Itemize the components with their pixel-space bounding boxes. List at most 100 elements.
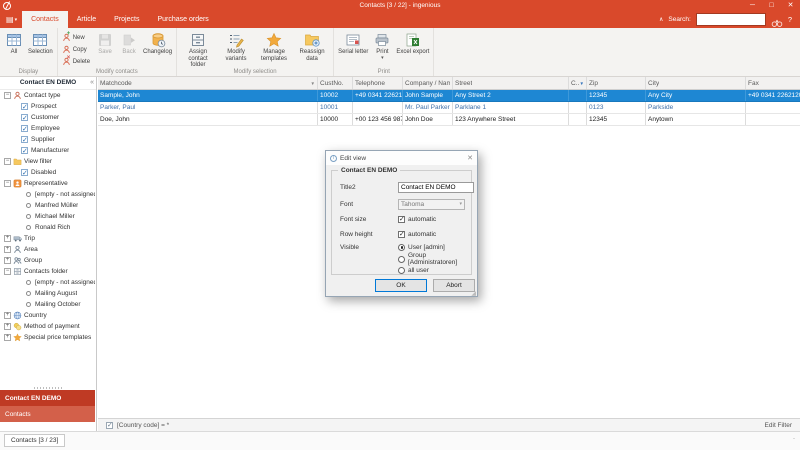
view-tab-contacts[interactable]: Contacts [3 / 23] <box>4 434 65 447</box>
tab-article[interactable]: Article <box>68 11 105 28</box>
tree-item-mailing-august[interactable]: Mailing August <box>0 288 95 299</box>
search-input[interactable] <box>697 15 765 24</box>
tree-item-method-of-payment[interactable]: +Method of payment <box>0 321 95 332</box>
column-header-zip[interactable]: Zip <box>587 77 646 89</box>
collapse-box-icon[interactable]: − <box>4 92 11 99</box>
abort-button[interactable]: Abort <box>433 279 475 292</box>
tree-item-manufacturer[interactable]: Manufacturer <box>0 145 95 156</box>
column-header-custno[interactable]: CustNo. <box>318 77 353 89</box>
tree-item-area[interactable]: +Area <box>0 244 95 255</box>
column-header-matchcode[interactable]: Matchcode▼ <box>98 77 318 89</box>
expand-box-icon[interactable]: + <box>4 246 11 253</box>
new-button[interactable]: + New <box>62 32 90 43</box>
column-header-street[interactable]: Street <box>453 77 569 89</box>
tree-item-group[interactable]: +Group <box>0 255 95 266</box>
maximize-icon[interactable]: □ <box>762 0 781 11</box>
collapse-ribbon-icon[interactable]: ∧ <box>659 15 663 25</box>
font-select[interactable]: Tahoma ▾ <box>398 199 465 210</box>
reassign-data-button[interactable]: Reassign data <box>294 30 330 63</box>
manage-templates-button[interactable]: Manage templates <box>256 30 292 63</box>
column-header-company-name[interactable]: Company / Name <box>403 77 453 89</box>
dialog-resize-grip-icon[interactable]: ◢ <box>471 290 476 297</box>
tree-item-manfred-m-ller[interactable]: Manfred Müller <box>0 200 95 211</box>
font-size-checkbox-checked[interactable] <box>398 216 405 223</box>
grid-row-1[interactable]: Sample, John10002+49 0341 226210John Sam… <box>98 90 800 102</box>
grid-row-2[interactable]: Parker, Paul10001Mr. Paul ParkerParklane… <box>98 102 800 114</box>
tree-item-contacts-folder[interactable]: −Contacts folder <box>0 266 95 277</box>
tree-item-michael-miller[interactable]: Michael Miller <box>0 211 95 222</box>
modify-variants-button[interactable]: Modify variants <box>218 30 254 63</box>
column-label: Zip <box>589 80 598 87</box>
tab-projects[interactable]: Projects <box>105 11 148 28</box>
column-header-c[interactable]: C...▼ <box>569 77 587 89</box>
column-label: Street <box>455 80 472 87</box>
banner-contact-en-demo[interactable]: Contact EN DEMO <box>0 390 95 406</box>
radio-all-user[interactable] <box>398 267 405 274</box>
application-menu-button[interactable]: ▤▾ <box>0 11 22 28</box>
binoculars-search-icon[interactable] <box>771 15 783 25</box>
tree-item-country[interactable]: +Country <box>0 310 95 321</box>
column-header-fax[interactable]: Fax <box>746 77 800 89</box>
grid-cell: 12345 <box>587 90 646 101</box>
checkbox-checked[interactable] <box>21 136 28 143</box>
checkbox-checked[interactable] <box>21 125 28 132</box>
tab-purchase-orders[interactable]: Purchase orders <box>148 11 217 28</box>
save-button[interactable]: Save <box>94 30 116 57</box>
collapse-box-icon[interactable]: − <box>4 180 11 187</box>
tree-item-special-price-templates[interactable]: +Special price templates <box>0 332 95 343</box>
delete-button[interactable]: × Delete <box>62 56 90 67</box>
row-height-checkbox-checked[interactable] <box>398 231 405 238</box>
dialog-close-icon[interactable]: ✕ <box>467 154 473 162</box>
tree-item-view-filter[interactable]: −View filter <box>0 156 95 167</box>
tree-item-empty-not-assigned[interactable]: [empty - not assigned] <box>0 277 95 288</box>
collapse-sidebar-icon[interactable]: « <box>90 77 94 89</box>
minimize-icon[interactable]: ─ <box>743 0 762 11</box>
serial-letter-button[interactable]: Serial letter <box>337 30 369 57</box>
expand-box-icon[interactable]: + <box>4 323 11 330</box>
close-icon[interactable]: ✕ <box>781 0 800 11</box>
tree-item-contact-type[interactable]: −Contact type <box>0 90 95 101</box>
button-label: Modify variants <box>219 49 253 62</box>
column-header-telephone[interactable]: Telephone <box>353 77 403 89</box>
expand-box-icon[interactable]: + <box>4 334 11 341</box>
radio-group-administratoren[interactable] <box>398 256 405 263</box>
checkbox-checked[interactable] <box>21 103 28 110</box>
grid-row-3[interactable]: Doe, John10000+00 123 456 987John Doe123… <box>98 114 800 126</box>
ok-button[interactable]: OK <box>375 279 427 292</box>
copy-button[interactable]: Copy <box>62 44 90 55</box>
print-button[interactable]: Print ▾ <box>371 30 393 61</box>
tab-contacts[interactable]: Contacts <box>22 11 68 28</box>
expand-box-icon[interactable]: + <box>4 235 11 242</box>
expand-box-icon[interactable]: + <box>4 257 11 264</box>
selection-button[interactable]: Selection <box>27 30 54 57</box>
help-icon[interactable]: ? <box>788 15 792 24</box>
title2-input[interactable] <box>398 182 474 193</box>
tree-item-disabled[interactable]: Disabled <box>0 167 95 178</box>
edit-filter-button[interactable]: Edit Filter <box>765 422 792 429</box>
collapse-box-icon[interactable]: − <box>4 158 11 165</box>
back-button[interactable]: Back <box>118 30 140 57</box>
collapse-box-icon[interactable]: − <box>4 268 11 275</box>
tree-item-mailing-october[interactable]: Mailing October <box>0 299 95 310</box>
tree-item-empty-not-assigned[interactable]: [empty - not assigned] <box>0 189 95 200</box>
all-button[interactable]: All <box>3 30 25 57</box>
filter-checkbox-checked[interactable] <box>106 422 113 429</box>
radio-user-admin-selected[interactable] <box>398 244 405 251</box>
assign-contact-folder-button[interactable]: Assign contact folder <box>180 30 216 70</box>
expand-box-icon[interactable]: + <box>4 312 11 319</box>
tree-item-representative[interactable]: −Representative <box>0 178 95 189</box>
tree-item-supplier[interactable]: Supplier <box>0 134 95 145</box>
tree-item-customer[interactable]: Customer <box>0 112 95 123</box>
checkbox-checked[interactable] <box>21 147 28 154</box>
tree-item-trip[interactable]: +Trip <box>0 233 95 244</box>
changelog-button[interactable]: Changelog <box>142 30 173 57</box>
banner-contacts[interactable]: Contacts <box>0 406 95 422</box>
column-header-city[interactable]: City <box>646 77 746 89</box>
tree-item-ronald-rich[interactable]: Ronald Rich <box>0 222 95 233</box>
excel-export-button[interactable]: Excel export <box>395 30 430 57</box>
checkbox-checked[interactable] <box>21 169 28 176</box>
title-bar: Contacts [3 / 22] - ingenious ─ □ ✕ <box>0 0 800 11</box>
tree-item-employee[interactable]: Employee <box>0 123 95 134</box>
tree-item-prospect[interactable]: Prospect <box>0 101 95 112</box>
checkbox-checked[interactable] <box>21 114 28 121</box>
